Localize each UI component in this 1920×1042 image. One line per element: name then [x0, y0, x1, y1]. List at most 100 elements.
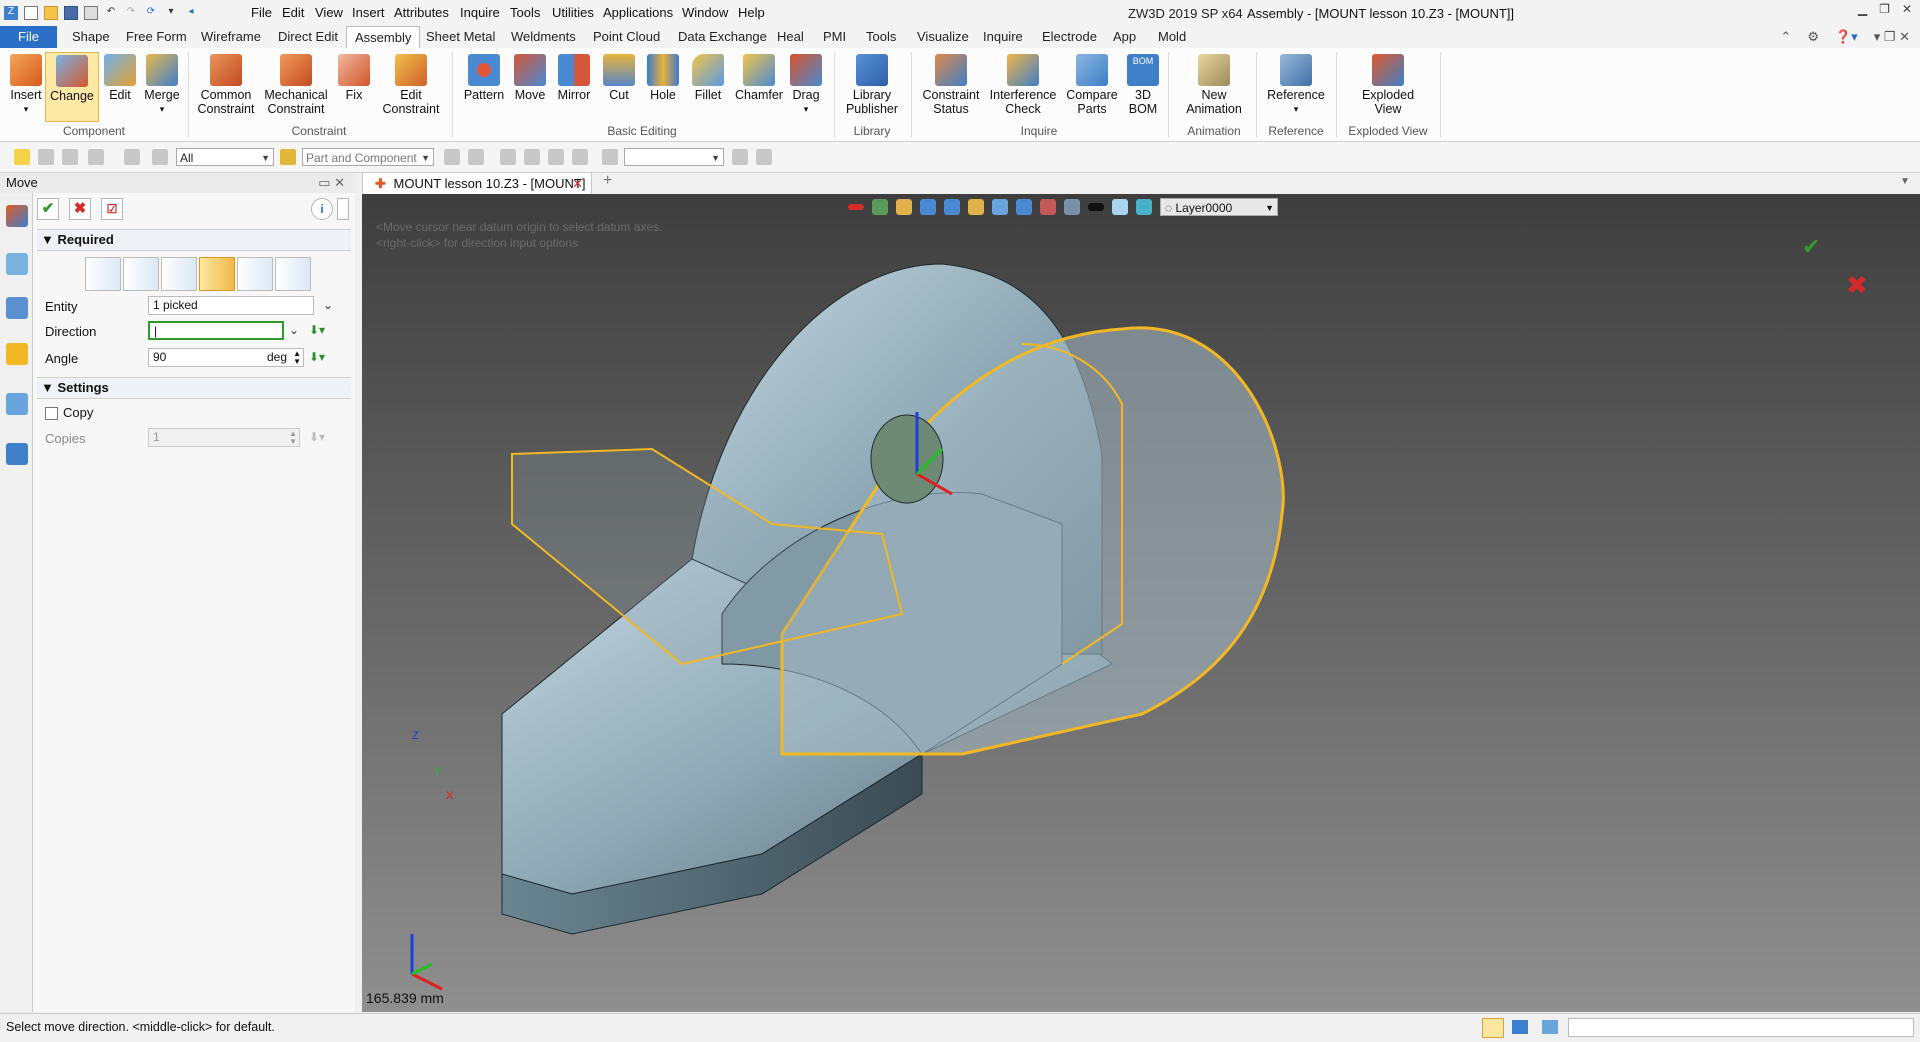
hole-button[interactable]: Hole	[645, 54, 681, 102]
viewport-tool-icon[interactable]	[1040, 199, 1056, 215]
redo-icon[interactable]: ↷	[124, 6, 138, 20]
status-display-icon[interactable]	[1512, 1020, 1528, 1034]
help-icon[interactable]: ❓▾	[1835, 29, 1858, 45]
menu-file[interactable]: File	[251, 5, 272, 20]
minimize-icon[interactable]: ▁	[1858, 2, 1867, 16]
spin-arrows-icon[interactable]: ▲ ▼	[293, 350, 301, 366]
viewport-tool-icon[interactable]	[1112, 199, 1128, 215]
pick-arrow-icon[interactable]	[14, 149, 30, 165]
copies-field[interactable]: 1 ▲ ▼	[148, 428, 300, 447]
viewport-tool-icon[interactable]	[992, 199, 1008, 215]
reference-button[interactable]: Reference ▾	[1264, 54, 1328, 116]
viewport-tool-icon[interactable]	[1136, 199, 1152, 215]
regen-icon[interactable]: ⟳	[144, 6, 158, 20]
undo-icon[interactable]: ↶	[104, 6, 118, 20]
history-tree-icon[interactable]	[6, 253, 28, 275]
insert-button[interactable]: Insert ▾	[6, 54, 46, 116]
status-view-icon[interactable]	[1482, 1018, 1504, 1038]
exploded-view-button[interactable]: Exploded View	[1356, 54, 1420, 116]
menu-edit[interactable]: Edit	[282, 5, 304, 20]
tab-inquire[interactable]: Inquire	[983, 29, 1023, 44]
pick-filter-icon[interactable]	[38, 149, 54, 165]
fix-button[interactable]: Fix	[338, 54, 370, 102]
settings-gear-icon[interactable]: ⚙	[1807, 29, 1819, 45]
viewport-tool-icon[interactable]	[920, 199, 936, 215]
tab-tools[interactable]: Tools	[866, 29, 896, 44]
merge-button[interactable]: Merge ▾	[141, 54, 183, 116]
required-section-header[interactable]: ▼ Required	[37, 229, 351, 251]
change-button[interactable]: Change	[45, 52, 99, 122]
apply-icon[interactable]: ☑	[101, 198, 123, 220]
tab-wireframe[interactable]: Wireframe	[201, 29, 261, 44]
interference-check-button[interactable]: Interference Check	[988, 54, 1058, 116]
drag-button[interactable]: Drag ▾	[789, 54, 823, 116]
app-logo-icon[interactable]: Z	[4, 6, 18, 20]
pick-mode-icon[interactable]	[280, 149, 296, 165]
save-icon[interactable]	[64, 6, 78, 20]
menu-utilities[interactable]: Utilities	[552, 5, 594, 20]
fillet-button[interactable]: Fillet	[689, 54, 727, 102]
assembly-tree-icon[interactable]	[6, 297, 28, 319]
panel-expand-icon[interactable]	[337, 198, 349, 220]
collapse-ribbon-icon[interactable]: ⌃	[1780, 29, 1791, 45]
views-icon[interactable]	[6, 393, 28, 415]
close-tab-icon[interactable]: ✕	[572, 173, 583, 195]
back-arrow-icon[interactable]: ◂	[184, 6, 198, 20]
menu-help[interactable]: Help	[738, 5, 765, 20]
edit-constraint-button[interactable]: Edit Constraint	[378, 54, 444, 116]
copy-checkbox[interactable]	[45, 407, 58, 420]
move-type-rotate-icon[interactable]	[199, 257, 235, 291]
settings-section-header[interactable]: ▼ Settings	[37, 377, 351, 399]
new-file-icon[interactable]	[24, 6, 38, 20]
parts-library-icon[interactable]	[6, 343, 28, 365]
toolbar-icon[interactable]	[524, 149, 540, 165]
filter-funnel-icon[interactable]	[152, 149, 168, 165]
angle-field[interactable]: 90 deg ▲ ▼	[148, 348, 304, 367]
viewport-tool-icon[interactable]	[944, 199, 960, 215]
tab-sheet-metal[interactable]: Sheet Metal	[426, 29, 495, 44]
tab-app[interactable]: App	[1113, 29, 1136, 44]
dropdown-arrow-icon[interactable]: ▾	[164, 6, 178, 20]
move-type-align-icon[interactable]	[237, 257, 273, 291]
ok-check-icon[interactable]: ✔	[37, 198, 59, 220]
move-type-transform-icon[interactable]	[275, 257, 311, 291]
panel-restore-icon[interactable]: ▾ ❐ ✕	[1874, 29, 1910, 45]
move-button[interactable]: Move	[512, 54, 548, 102]
tab-weldments[interactable]: Weldments	[511, 29, 576, 44]
menu-tools[interactable]: Tools	[510, 5, 540, 20]
print-icon[interactable]	[84, 6, 98, 20]
move-panel-icon[interactable]	[6, 205, 28, 227]
restore-icon[interactable]: ❐	[1879, 2, 1890, 16]
toolbar-icon[interactable]	[500, 149, 516, 165]
3d-viewport[interactable]: <Move cursor near datum origin to select…	[362, 194, 1920, 1012]
user-icon[interactable]	[6, 443, 28, 465]
empty-combo[interactable]: ▼	[624, 148, 724, 166]
chamfer-button[interactable]: Chamfer	[734, 54, 784, 102]
tab-direct-edit[interactable]: Direct Edit	[278, 29, 338, 44]
tab-assembly[interactable]: Assembly	[346, 26, 421, 49]
menu-inquire[interactable]: Inquire	[460, 5, 500, 20]
menu-applications[interactable]: Applications	[603, 5, 673, 20]
tab-point-cloud[interactable]: Point Cloud	[593, 29, 660, 44]
open-folder-icon[interactable]	[44, 6, 58, 20]
angle-options-icon[interactable]: ⬇▾	[309, 349, 325, 365]
viewport-tool-icon[interactable]	[1064, 199, 1080, 215]
constraint-status-button[interactable]: Constraint Status	[920, 54, 982, 116]
viewport-tool-icon[interactable]	[1016, 199, 1032, 215]
toolbar-icon[interactable]	[548, 149, 564, 165]
menu-view[interactable]: View	[315, 5, 343, 20]
new-tab-icon[interactable]: +	[603, 172, 612, 190]
dash-icon[interactable]	[62, 149, 78, 165]
cut-button[interactable]: Cut	[602, 54, 636, 102]
toolbar-icon[interactable]	[444, 149, 460, 165]
move-type-direction-icon[interactable]	[161, 257, 197, 291]
compare-parts-button[interactable]: Compare Parts	[1064, 54, 1120, 116]
panel-pin-close-icon[interactable]: ▭ ✕	[318, 173, 345, 193]
document-tab[interactable]: ✚ MOUNT lesson 10.Z3 - [MOUNT] ✕	[362, 172, 592, 194]
viewport-tool-icon[interactable]	[848, 204, 864, 210]
tab-visualize[interactable]: Visualize	[917, 29, 969, 44]
tab-mold[interactable]: Mold	[1158, 29, 1186, 44]
mirror-button[interactable]: Mirror	[554, 54, 594, 102]
viewport-tool-icon[interactable]	[968, 199, 984, 215]
double-chevron-icon[interactable]: ⌄	[323, 297, 339, 313]
